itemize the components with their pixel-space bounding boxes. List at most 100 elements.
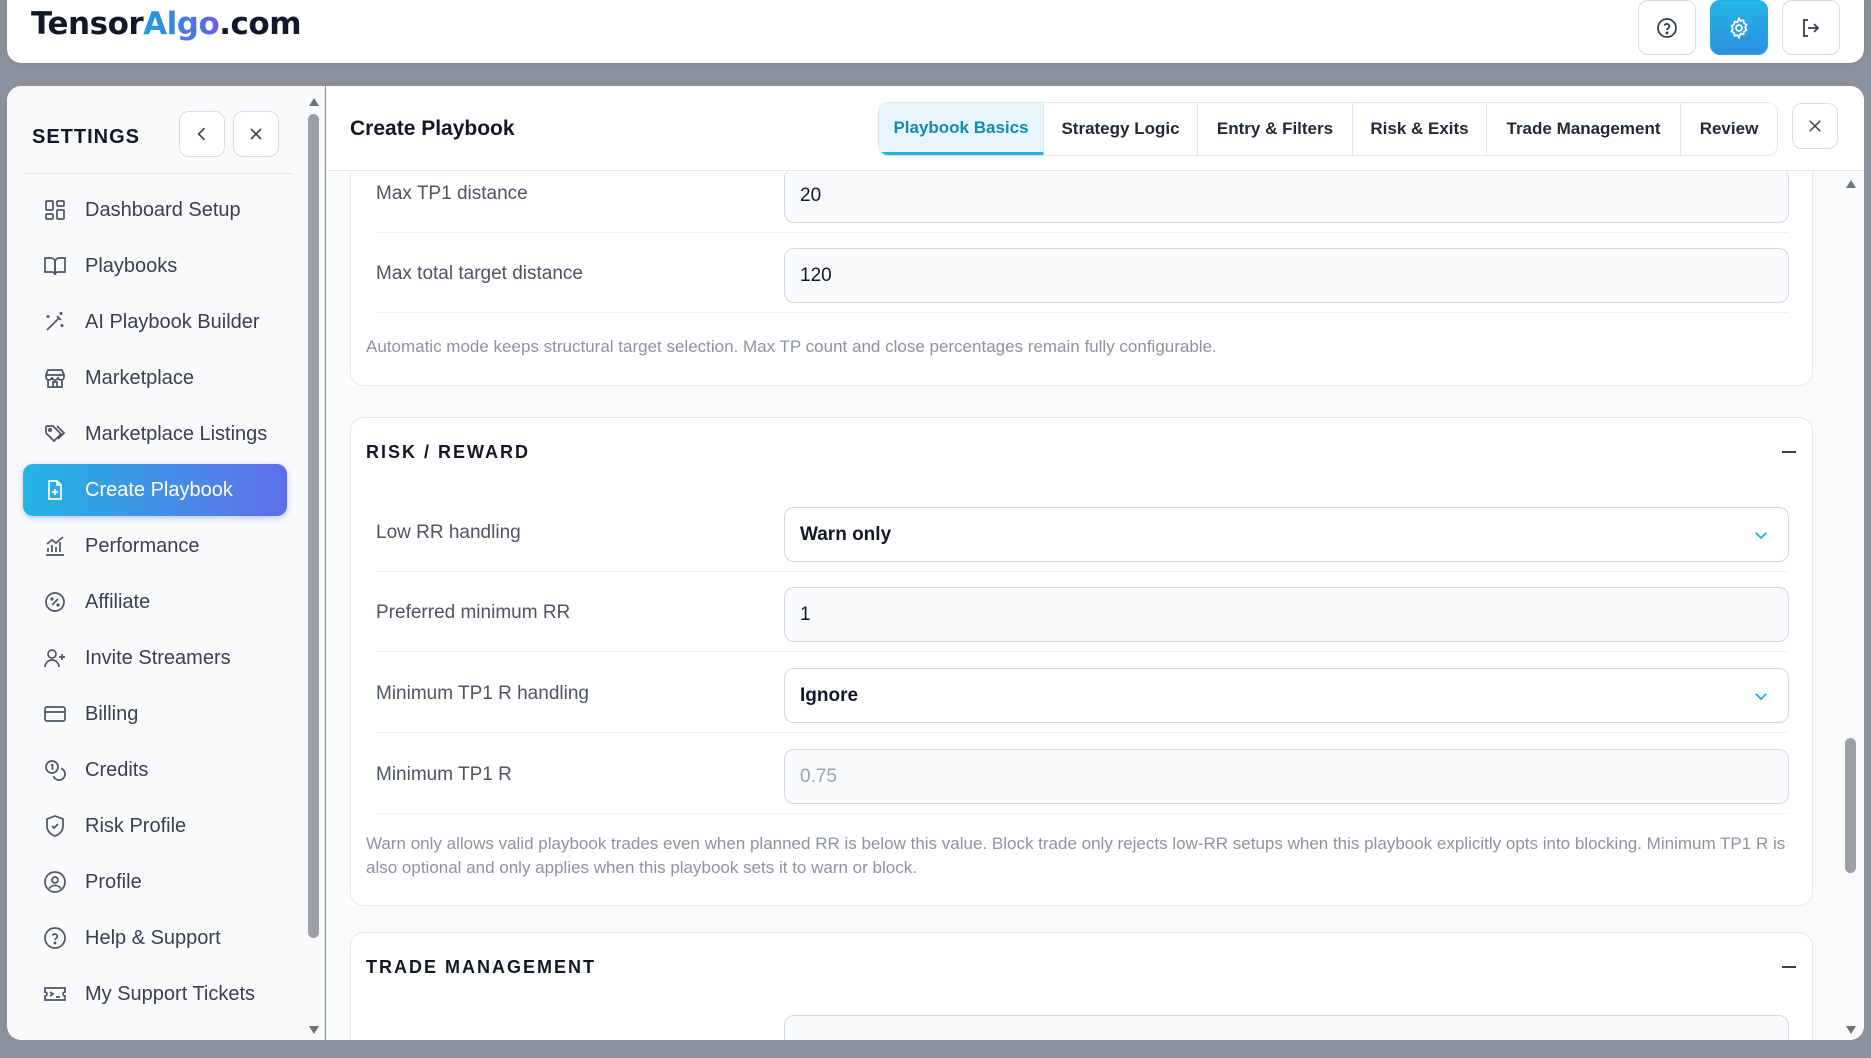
max-total-target-distance-input[interactable]: 120: [784, 248, 1789, 303]
scroll-down-arrow-icon[interactable]: [309, 1026, 319, 1034]
sidebar-item-label: Profile: [85, 870, 142, 893]
sidebar-item-billing[interactable]: Billing: [23, 688, 287, 740]
scroll-down-arrow-icon[interactable]: [1846, 1026, 1856, 1034]
sidebar-item-label: Billing: [85, 702, 139, 725]
field-label: Minimum TP1 R handling: [376, 683, 589, 704]
user-circle-icon: [44, 871, 66, 893]
logo[interactable]: TensorAlgo.com: [31, 6, 302, 42]
ticket-icon: [44, 987, 66, 1001]
sidebar-item-label: Dashboard Setup: [85, 198, 241, 221]
sidebar-item-ai-playbook-builder[interactable]: AI Playbook Builder: [23, 296, 287, 348]
sidebar-item-marketplace[interactable]: Marketplace: [23, 352, 287, 404]
close-panel-button[interactable]: [1792, 103, 1838, 149]
sidebar-item-help-support[interactable]: Help & Support: [23, 912, 287, 964]
logo-text-tensor: Tensor: [31, 6, 144, 42]
sidebar-item-label: Playbooks: [85, 254, 178, 277]
max-tp1-distance-input[interactable]: 20: [784, 172, 1789, 223]
help-button[interactable]: [1638, 0, 1696, 55]
minimum-tp1-r-handling-select[interactable]: Ignore: [784, 668, 1789, 723]
collapse-sidebar-button[interactable]: [179, 111, 225, 157]
field-label: Max total target distance: [376, 263, 583, 284]
chevron-down-icon: [1755, 532, 1767, 540]
targets-help-text: Automatic mode keeps structural target s…: [366, 337, 1217, 356]
form-content: Max TP1 distance 20 Max total target dis…: [326, 172, 1864, 1040]
help-icon: [1657, 17, 1677, 38]
store-icon: [45, 369, 65, 388]
close-icon: [250, 128, 262, 140]
sidebar-item-profile[interactable]: Profile: [23, 856, 287, 908]
credit-card-icon: [44, 706, 66, 722]
collapse-minus-icon[interactable]: [1782, 451, 1796, 453]
sidebar-item-label: Invite Streamers: [85, 646, 231, 669]
tab-entry-filters[interactable]: Entry & Filters: [1198, 103, 1353, 155]
wizard-tabs: Playbook Basics Strategy Logic Entry & F…: [878, 102, 1778, 156]
shield-icon: [46, 815, 64, 837]
logo-text-com: .com: [219, 6, 302, 42]
tab-playbook-basics[interactable]: Playbook Basics: [879, 103, 1044, 155]
scroll-up-arrow-icon[interactable]: [309, 98, 319, 106]
panel-header: Create Playbook Playbook Basics Strategy…: [326, 86, 1864, 171]
gear-icon: [1730, 16, 1748, 39]
sidebar-item-performance[interactable]: Performance: [23, 520, 287, 572]
coins-icon: [45, 760, 66, 781]
section-title: TRADE MANAGEMENT: [366, 957, 596, 977]
collapse-minus-icon[interactable]: [1782, 966, 1796, 968]
form-row: Low RR handling Warn only: [376, 492, 1789, 572]
trade-management-card: TRADE MANAGEMENT: [350, 932, 1813, 1040]
tab-strategy-logic[interactable]: Strategy Logic: [1044, 103, 1198, 155]
logo-text-algo: Algo: [143, 6, 220, 42]
scroll-up-arrow-icon[interactable]: [1846, 180, 1856, 188]
low-rr-handling-select[interactable]: Warn only: [784, 507, 1789, 562]
top-bar: TensorAlgo.com: [7, 0, 1864, 63]
field-label: Max TP1 distance: [376, 183, 528, 204]
sidebar-item-label: Create Playbook: [85, 478, 233, 501]
targets-card: Max TP1 distance 20 Max total target dis…: [350, 172, 1813, 386]
close-sidebar-button[interactable]: [233, 111, 279, 157]
sidebar-scroll-thumb[interactable]: [308, 114, 319, 938]
sidebar-item-playbooks[interactable]: Playbooks: [23, 240, 287, 292]
file-plus-icon: [48, 480, 62, 500]
sidebar-item-label: AI Playbook Builder: [85, 310, 260, 333]
sidebar-item-label: My Support Tickets: [85, 982, 256, 1005]
field-label: Minimum TP1 R: [376, 764, 512, 785]
sidebar-item-label: Marketplace Listings: [85, 422, 268, 445]
sidebar-divider: [23, 173, 293, 174]
preferred-minimum-rr-input[interactable]: 1: [784, 587, 1789, 642]
magic-wand-icon: [46, 312, 64, 331]
sidebar-item-risk-profile[interactable]: Risk Profile: [23, 800, 287, 852]
content-scrollbar[interactable]: [1844, 176, 1858, 1036]
sidebar-item-label: Affiliate: [85, 590, 151, 613]
tags-icon: [45, 425, 66, 443]
select-value: Ignore: [800, 684, 859, 706]
tab-trade-management[interactable]: Trade Management: [1487, 103, 1681, 155]
section-title: RISK / REWARD: [366, 442, 531, 462]
sidebar-item-label: Risk Profile: [85, 814, 187, 837]
sidebar-item-label: Help & Support: [85, 926, 221, 949]
user-plus-icon: [44, 649, 65, 668]
logout-button[interactable]: [1782, 0, 1840, 55]
sidebar-item-label: Marketplace: [85, 366, 194, 389]
form-row: Max TP1 distance 20: [376, 172, 1789, 233]
trade-management-input[interactable]: [784, 1015, 1789, 1040]
form-row: Max total target distance 120: [376, 233, 1789, 313]
sidebar-item-my-support-tickets[interactable]: My Support Tickets: [23, 968, 287, 1020]
sidebar-scrollbar[interactable]: [307, 94, 321, 1036]
sidebar-nav: Dashboard Setup Playbooks AI Playbook Bu…: [23, 184, 287, 1024]
sidebar-item-affiliate[interactable]: Affiliate: [23, 576, 287, 628]
form-row: Minimum TP1 R handling Ignore: [376, 653, 1789, 733]
sidebar-item-credits[interactable]: Credits: [23, 744, 287, 796]
tab-review[interactable]: Review: [1681, 103, 1777, 155]
field-label: Low RR handling: [376, 522, 521, 543]
sidebar-item-label: Performance: [85, 534, 200, 557]
tab-risk-exits[interactable]: Risk & Exits: [1353, 103, 1487, 155]
sidebar-item-invite-streamers[interactable]: Invite Streamers: [23, 632, 287, 684]
sidebar-item-create-playbook[interactable]: Create Playbook: [23, 464, 287, 516]
form-row: Minimum TP1 R 0.75: [376, 734, 1789, 814]
sidebar-item-marketplace-listings[interactable]: Marketplace Listings: [23, 408, 287, 460]
settings-button[interactable]: [1710, 0, 1768, 55]
chevron-down-icon: [1755, 693, 1767, 701]
dashboard-icon: [45, 200, 65, 220]
minimum-tp1-r-input[interactable]: 0.75: [784, 749, 1789, 804]
sidebar-item-dashboard-setup[interactable]: Dashboard Setup: [23, 184, 287, 236]
content-scroll-thumb[interactable]: [1845, 738, 1856, 873]
